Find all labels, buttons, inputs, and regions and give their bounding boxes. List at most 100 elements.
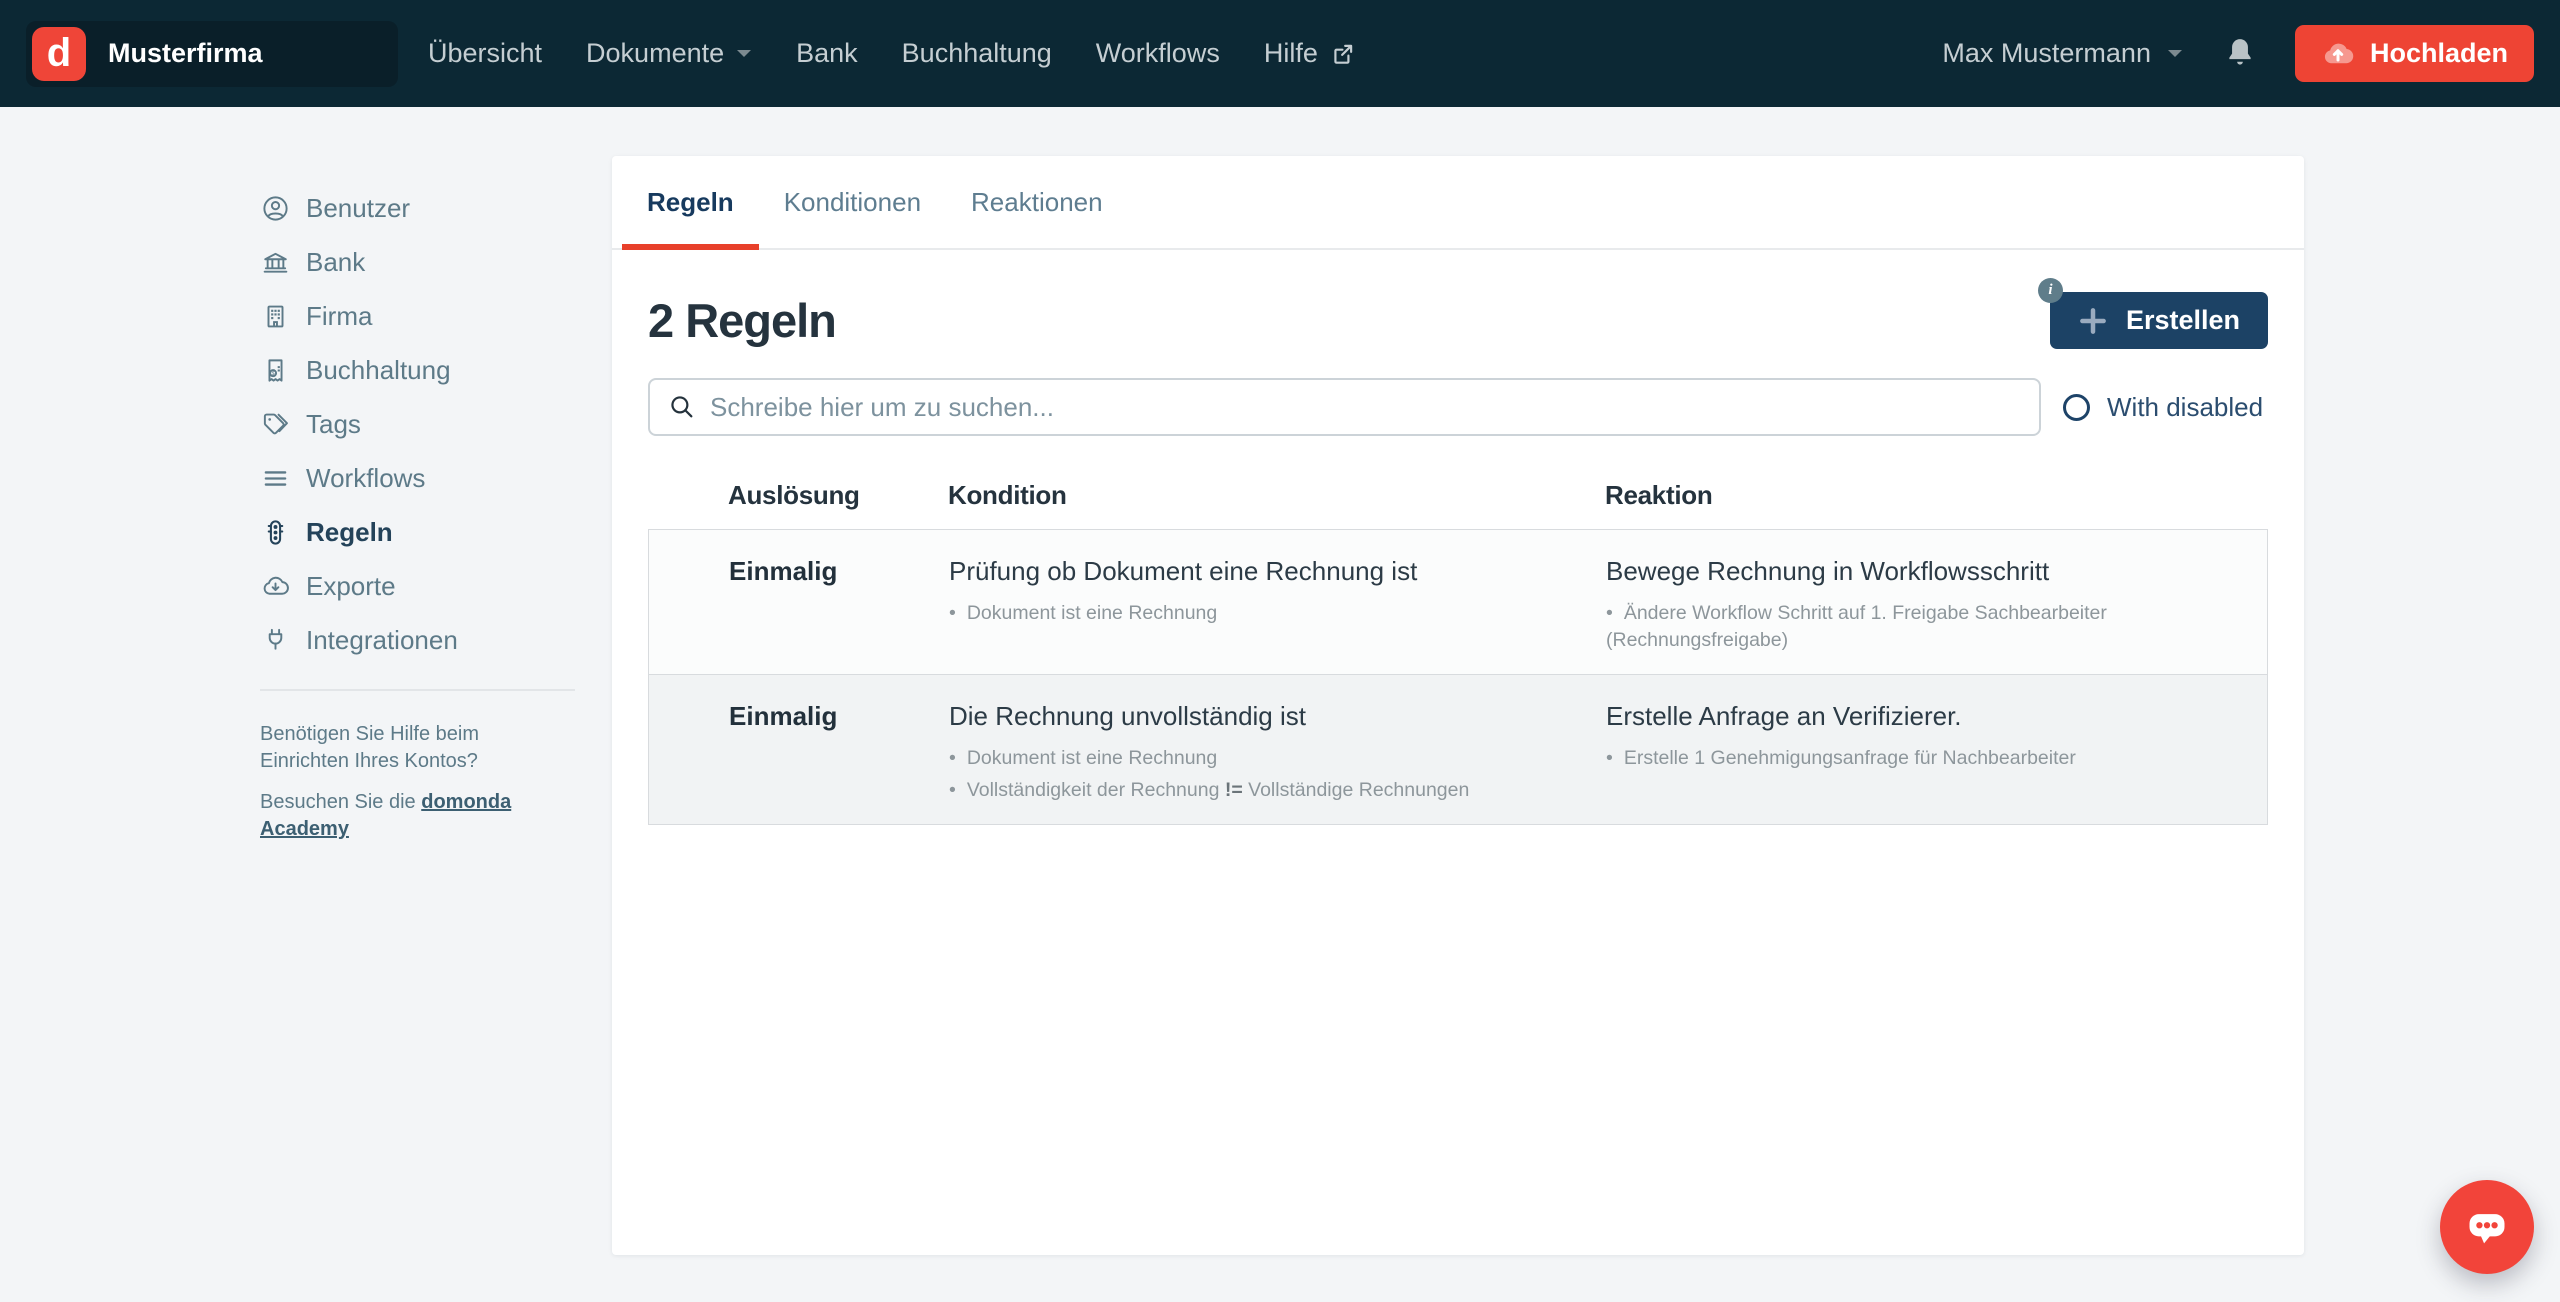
condition-bullets: Dokument ist eine Rechnung Vollständigke… [949, 745, 1606, 804]
rules-table: Auslösung Kondition Reaktion Einmalig Pr… [648, 480, 2268, 825]
condition-cell: Die Rechnung unvollständig ist Dokument … [949, 699, 1606, 804]
table-row[interactable]: Einmalig Die Rechnung unvollständig ist … [649, 674, 2267, 824]
trigger-cell: Einmalig [729, 554, 949, 654]
help-prefix: Besuchen Sie die [260, 791, 421, 813]
chevron-down-icon [2167, 49, 2183, 59]
nav-label: Buchhaltung [902, 38, 1052, 69]
sidebar-help: Benötigen Sie Hilfe beim Einrichten Ihre… [260, 721, 570, 843]
reaction-bullets: Erstelle 1 Genehmigungsanfrage für Nachb… [1606, 745, 2245, 772]
table-row[interactable]: Einmalig Prüfung ob Dokument eine Rechnu… [649, 530, 2267, 674]
tag-icon [260, 410, 290, 439]
nav-dokumente[interactable]: Dokumente [586, 38, 752, 69]
trigger-cell: Einmalig [729, 699, 949, 804]
receipt-icon: $ [260, 356, 290, 385]
reaction-bullet: Ändere Workflow Schritt auf 1. Freigabe … [1606, 600, 2223, 654]
sidebar-item-workflows[interactable]: Workflows [260, 451, 612, 505]
reaction-cell: Erstelle Anfrage an Verifizierer. Erstel… [1606, 699, 2245, 804]
page-title: 2 Regeln [648, 293, 836, 348]
sidebar-item-firma[interactable]: Firma [260, 289, 612, 343]
chat-bubble-icon [2459, 1199, 2515, 1255]
tab-regeln[interactable]: Regeln [622, 156, 759, 248]
sidebar-item-label: Workflows [306, 463, 425, 494]
sidebar-item-tags[interactable]: Tags [260, 397, 612, 451]
rules-panel: Regeln Konditionen Reaktionen 2 Regeln i… [612, 156, 2304, 1255]
upload-button[interactable]: Hochladen [2295, 25, 2534, 82]
nav-buchhaltung[interactable]: Buchhaltung [902, 38, 1052, 69]
radio-circle-icon[interactable] [2063, 394, 2090, 421]
sidebar-item-label: Benutzer [306, 193, 410, 224]
header-spacer [670, 480, 728, 511]
nav-uebersicht[interactable]: Übersicht [428, 38, 542, 69]
chat-button[interactable] [2440, 1180, 2534, 1274]
logo-letter: d [47, 31, 71, 76]
col-ausloesung: Auslösung [728, 480, 948, 511]
sidebar-item-label: Exporte [306, 571, 396, 602]
nav-label: Übersicht [428, 38, 542, 69]
condition-bullet: Dokument ist eine Rechnung [949, 600, 1584, 627]
upload-label: Hochladen [2370, 38, 2508, 69]
external-link-icon [1330, 41, 1356, 67]
nav-hilfe[interactable]: Hilfe [1264, 38, 1356, 69]
traffic-light-icon [260, 518, 290, 547]
reaction-cell: Bewege Rechnung in Workflowsschritt Ände… [1606, 554, 2245, 654]
topbar: d Musterfirma Übersicht Dokumente Bank B… [0, 0, 2560, 107]
chevron-down-icon [736, 49, 752, 59]
tab-label: Reaktionen [971, 187, 1103, 218]
nav-bank[interactable]: Bank [796, 38, 858, 69]
notifications-button[interactable] [2223, 35, 2257, 73]
cloud-upload-icon [2321, 37, 2355, 71]
sidebar-item-regeln[interactable]: Regeln [260, 505, 612, 559]
create-label: Erstellen [2126, 305, 2240, 336]
create-button[interactable]: Erstellen [2050, 292, 2268, 349]
sidebar-divider [260, 689, 575, 691]
user-name: Max Mustermann [1942, 38, 2151, 69]
tab-label: Regeln [647, 187, 734, 218]
search-input[interactable] [710, 392, 2021, 423]
table-body: Einmalig Prüfung ob Dokument eine Rechnu… [648, 529, 2268, 825]
domonda-logo: d [32, 27, 86, 81]
reaction-title: Erstelle Anfrage an Verifizierer. [1606, 699, 2245, 733]
sidebar-item-exporte[interactable]: Exporte [260, 559, 612, 613]
company-name: Musterfirma [108, 38, 263, 69]
tab-konditionen[interactable]: Konditionen [759, 156, 946, 248]
info-icon[interactable]: i [2038, 278, 2063, 303]
company-switcher[interactable]: d Musterfirma [26, 21, 398, 87]
search-box [648, 378, 2041, 436]
search-row: With disabled [648, 378, 2268, 436]
reaction-bullet: Erstelle 1 Genehmigungsanfrage für Nachb… [1606, 745, 2223, 772]
condition-bullet: Dokument ist eine Rechnung [949, 745, 1584, 772]
tab-label: Konditionen [784, 187, 921, 218]
nav-workflows[interactable]: Workflows [1096, 38, 1220, 69]
bullet-text: Vollständige Rechnungen [1243, 779, 1470, 801]
plug-icon [260, 626, 290, 655]
settings-sidebar: Benutzer Bank Firma $ Buchhaltung Tags W… [0, 107, 612, 843]
building-icon [260, 302, 290, 331]
bell-icon [2223, 35, 2257, 73]
user-menu[interactable]: Max Mustermann [1942, 38, 2183, 69]
reaction-bullets: Ändere Workflow Schritt auf 1. Freigabe … [1606, 600, 2245, 654]
with-disabled-toggle[interactable]: With disabled [2063, 392, 2263, 423]
top-navigation: Übersicht Dokumente Bank Buchhaltung Wor… [428, 38, 1356, 69]
sidebar-item-label: Integrationen [306, 625, 458, 656]
page-header: 2 Regeln i Erstellen [648, 292, 2268, 349]
topbar-right: Max Mustermann Hochladen [1942, 25, 2534, 82]
col-kondition: Kondition [948, 480, 1605, 511]
status-cell [671, 554, 729, 654]
search-icon [668, 393, 696, 421]
sidebar-item-integrationen[interactable]: Integrationen [260, 613, 612, 667]
condition-title: Die Rechnung unvollständig ist [949, 699, 1606, 733]
sidebar-item-label: Regeln [306, 517, 393, 548]
sidebar-item-benutzer[interactable]: Benutzer [260, 181, 612, 235]
nav-label: Dokumente [586, 38, 724, 69]
sidebar-item-bank[interactable]: Bank [260, 235, 612, 289]
list-icon [260, 464, 290, 493]
tab-reaktionen[interactable]: Reaktionen [946, 156, 1128, 248]
plus-icon [2078, 306, 2108, 336]
sidebar-item-buchhaltung[interactable]: $ Buchhaltung [260, 343, 612, 397]
sidebar-item-label: Bank [306, 247, 365, 278]
sidebar-item-label: Buchhaltung [306, 355, 451, 386]
operator-text: != [1225, 779, 1243, 801]
col-reaktion: Reaktion [1605, 480, 2246, 511]
cloud-download-icon [260, 572, 290, 601]
user-icon [260, 194, 290, 223]
